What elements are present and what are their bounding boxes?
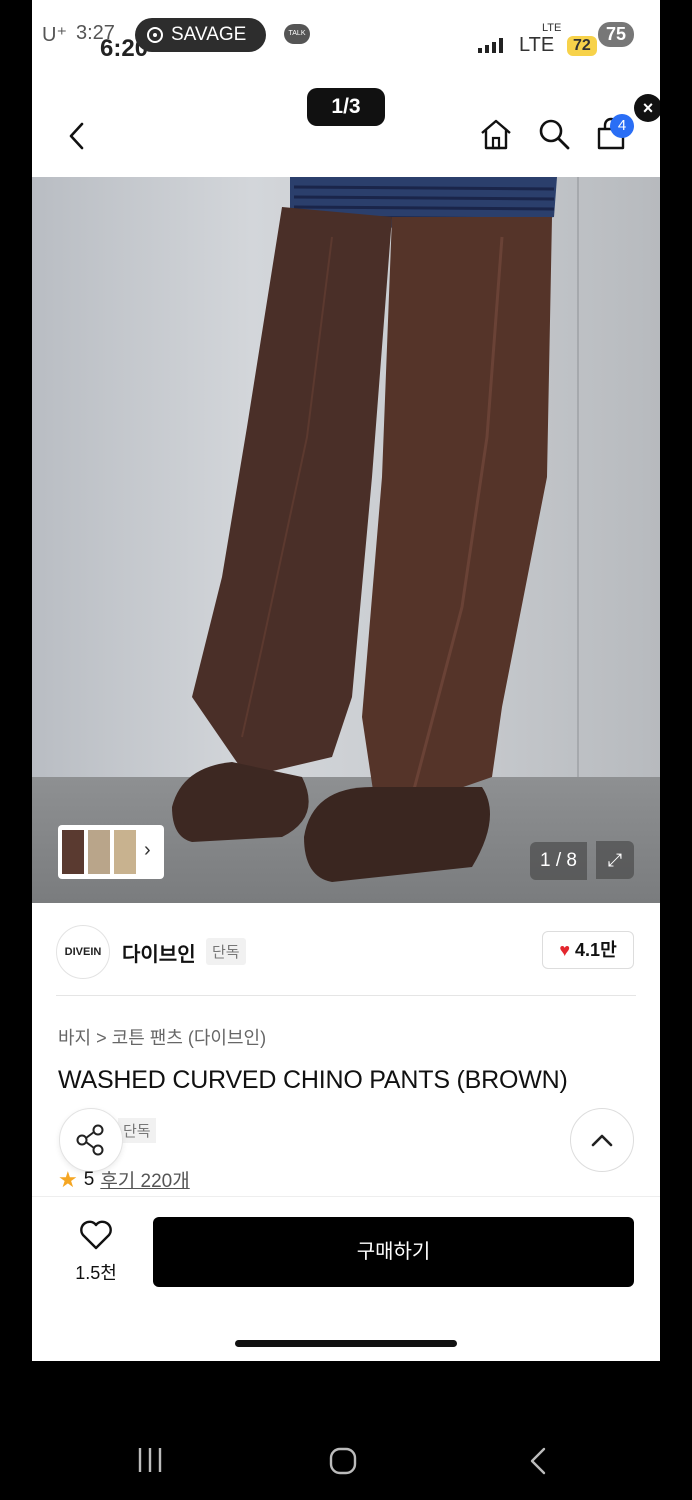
pants-photo bbox=[172, 177, 557, 882]
rating-value: 5 bbox=[83, 1168, 95, 1190]
product-image[interactable]: › 1 / 8 ⤢ bbox=[32, 177, 660, 903]
clock-overlay: 3:27 bbox=[76, 22, 115, 44]
media-pill[interactable]: SAVAGE bbox=[135, 18, 267, 52]
star-icon: ★ bbox=[58, 1166, 78, 1192]
status-bar: U⁺ 6:20 3:27 SAVAGE TALK LTE LTE 72 75 bbox=[32, 0, 660, 70]
chevron-up-icon bbox=[591, 1134, 613, 1147]
exclusive-badge: 단독 bbox=[206, 938, 246, 965]
product-title: WASHED CURVED CHINO PANTS (BROWN) bbox=[58, 1066, 568, 1094]
recent-apps-icon[interactable] bbox=[136, 1446, 164, 1474]
brand-name[interactable]: 다이브인 bbox=[122, 938, 196, 967]
battery-indicator: 72 bbox=[567, 36, 597, 56]
rating-row: ★ 5 후기 220개 bbox=[58, 1166, 190, 1193]
brand-logo[interactable]: DIVEIN bbox=[56, 925, 110, 979]
back-arrow-icon[interactable] bbox=[62, 118, 92, 154]
share-button[interactable] bbox=[59, 1108, 123, 1172]
thumbnail-image[interactable] bbox=[114, 830, 136, 874]
brand-like-count: 4.1만 bbox=[575, 940, 617, 960]
app-screen: U⁺ 6:20 3:27 SAVAGE TALK LTE LTE 72 75 1… bbox=[32, 0, 660, 1361]
divider bbox=[32, 1196, 660, 1197]
cart-count-badge: 4 bbox=[610, 114, 634, 138]
divider bbox=[56, 995, 636, 996]
thumbnail-image[interactable] bbox=[88, 830, 110, 874]
chevron-right-icon: › bbox=[144, 839, 151, 861]
search-icon[interactable] bbox=[536, 116, 572, 152]
close-button[interactable]: × bbox=[634, 94, 660, 122]
heart-outline-icon bbox=[80, 1220, 112, 1250]
reviews-link[interactable]: 후기 220개 bbox=[100, 1166, 189, 1193]
back-nav-icon[interactable] bbox=[526, 1446, 550, 1476]
image-counter: 1 / 8 bbox=[530, 842, 587, 880]
play-icon bbox=[147, 27, 163, 43]
share-icon bbox=[76, 1124, 104, 1156]
system-nav-bar bbox=[0, 1420, 692, 1500]
home-icon[interactable] bbox=[478, 116, 514, 152]
talk-icon: TALK bbox=[284, 24, 310, 44]
carrier-label: U⁺ bbox=[42, 24, 67, 46]
home-nav-icon[interactable] bbox=[328, 1446, 358, 1476]
thumbnail-strip[interactable]: › bbox=[58, 825, 164, 879]
wishlist-count: 1.5천 bbox=[75, 1263, 117, 1283]
brand-like-button[interactable]: ♥ 4.1만 bbox=[542, 931, 634, 969]
wishlist-button[interactable]: 1.5천 bbox=[64, 1220, 128, 1285]
scroll-top-button[interactable] bbox=[570, 1108, 634, 1172]
expand-icon[interactable]: ⤢ bbox=[596, 841, 634, 879]
network-label: LTE bbox=[519, 34, 555, 56]
home-indicator[interactable] bbox=[235, 1340, 457, 1347]
breadcrumb[interactable]: 바지 > 코튼 팬츠 (다이브인) bbox=[58, 1024, 266, 1050]
signal-icon bbox=[478, 38, 503, 53]
buy-button[interactable]: 구매하기 bbox=[153, 1217, 634, 1287]
battery-indicator-2: 75 bbox=[598, 22, 635, 47]
media-title: SAVAGE bbox=[171, 24, 247, 45]
network-label-small: LTE bbox=[542, 22, 562, 34]
screenshot-counter: 1/3 bbox=[307, 88, 385, 126]
exclusive-tag: 단독 bbox=[118, 1118, 156, 1143]
thumbnail-image[interactable] bbox=[62, 830, 84, 874]
heart-icon: ♥ bbox=[559, 940, 571, 960]
